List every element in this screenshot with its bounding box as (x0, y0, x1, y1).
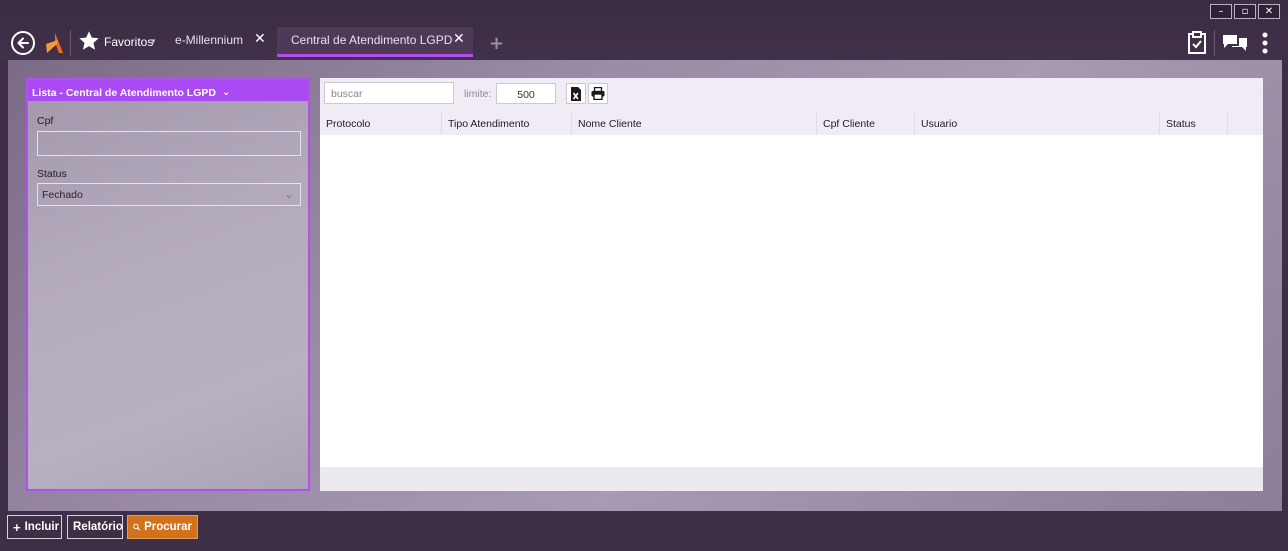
column-separator[interactable] (1227, 112, 1228, 134)
incluir-label: Incluir (24, 521, 60, 533)
maximize-button[interactable]: ▫ (1234, 4, 1256, 19)
grid-footer (320, 467, 1263, 491)
cpf-label: Cpf (37, 115, 54, 127)
status-select[interactable]: Fechado ⌄ (37, 183, 301, 206)
star-icon[interactable] (78, 30, 100, 52)
relatorio-button[interactable]: Relatório (67, 515, 123, 539)
add-tab-button[interactable]: + (489, 35, 504, 53)
grid-toolbar: buscar limite: 500 (320, 78, 1263, 110)
divider (1214, 30, 1215, 56)
tab-e-millennium[interactable]: e-Millennium ✕ (168, 27, 272, 57)
close-window-button[interactable]: ✕ (1258, 4, 1280, 19)
relatorio-label: Relatório (73, 521, 123, 533)
print-button[interactable] (588, 83, 608, 104)
procurar-button[interactable]: Procurar (127, 515, 198, 539)
results-grid: buscar limite: 500 Protocolo Tipo Atendi… (320, 78, 1263, 491)
limit-label: limite: (464, 88, 492, 100)
column-header-cpf-cliente[interactable]: Cpf Cliente (817, 110, 875, 135)
plus-icon: + (13, 519, 21, 535)
window-controls: – ▫ ✕ (1210, 4, 1280, 19)
tab-central-atendimento-lgpd[interactable]: Central de Atendimento LGPD ✕ (277, 27, 473, 57)
column-header-protocolo[interactable]: Protocolo (320, 110, 370, 135)
filter-panel-header[interactable]: Lista - Central de Atendimento LGPD ⌄ (28, 80, 308, 101)
column-header-tipo-atendimento[interactable]: Tipo Atendimento (442, 110, 529, 135)
close-icon[interactable]: ✕ (254, 31, 266, 47)
grid-header: Protocolo Tipo Atendimento Nome Cliente … (320, 110, 1263, 135)
export-excel-button[interactable] (566, 83, 586, 104)
column-header-usuario[interactable]: Usuario (915, 110, 957, 135)
filter-panel-title: Lista - Central de Atendimento LGPD (32, 86, 216, 99)
more-vertical-icon[interactable] (1262, 32, 1268, 54)
print-icon (591, 87, 605, 100)
column-header-nome-cliente[interactable]: Nome Cliente (572, 110, 642, 135)
clipboard-check-icon[interactable] (1187, 31, 1207, 55)
chat-icon[interactable] (1222, 34, 1248, 52)
favorites-menu[interactable]: Favoritos (104, 35, 153, 49)
status-select-value: Fechado (42, 189, 83, 201)
tab-label: Central de Atendimento LGPD (291, 33, 453, 47)
tab-label: e-Millennium (175, 33, 244, 47)
column-header-status[interactable]: Status (1160, 110, 1196, 135)
incluir-button[interactable]: + Incluir (7, 515, 62, 539)
back-arrow-icon (17, 37, 29, 49)
close-icon[interactable]: ✕ (453, 31, 465, 47)
chevron-down-icon: ▾ (151, 36, 156, 46)
search-icon (133, 523, 141, 531)
divider (70, 30, 71, 56)
cpf-input[interactable] (37, 131, 301, 156)
procurar-label: Procurar (144, 521, 192, 533)
excel-icon (571, 86, 581, 101)
chevron-down-icon: ⌄ (283, 187, 294, 201)
back-button[interactable] (11, 31, 35, 55)
minimize-button[interactable]: – (1210, 4, 1232, 19)
filter-panel: Lista - Central de Atendimento LGPD ⌄ Cp… (26, 78, 310, 491)
limit-input[interactable]: 500 (496, 83, 556, 104)
status-label: Status (37, 168, 67, 180)
logo-icon (46, 33, 63, 53)
search-input[interactable]: buscar (324, 82, 454, 104)
chevron-down-icon: ⌄ (221, 87, 231, 98)
